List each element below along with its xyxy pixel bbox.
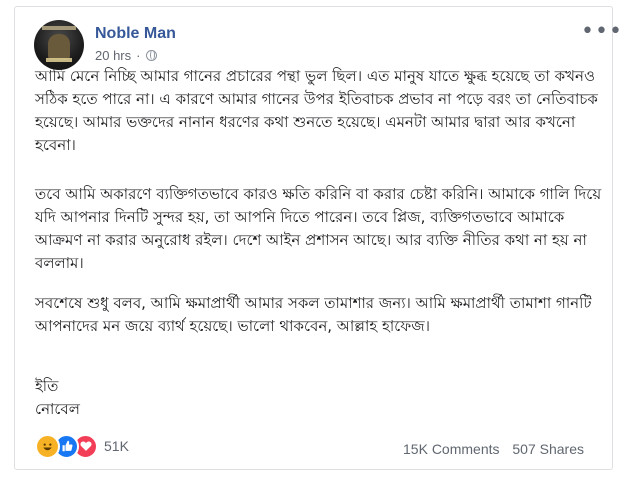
haha-reaction-icon [35,433,60,459]
post-card: Noble Man 20 hrs · ••• আমি মেনে নিচ্ছি আ… [14,6,622,470]
post-timestamp[interactable]: 20 hrs [95,48,131,63]
meta-separator: · [136,48,141,63]
post-paragraph: তবে আমি অকারণে ব্যক্তিগতভাবে কারও ক্ষতি … [35,185,602,272]
author-name[interactable]: Noble Man [95,25,176,43]
shares-count-link[interactable]: 507 Shares [512,441,584,457]
post-signoff: ইতি নোবেল [35,375,602,421]
reactions-summary[interactable]: 51K [35,433,129,459]
avatar-caption-mark [42,26,76,30]
comments-count-link[interactable]: 15K Comments [403,441,499,457]
post-meta: 20 hrs · [95,48,158,63]
reaction-count[interactable]: 51K [104,438,129,454]
avatar-logo-mark [46,58,72,62]
author-avatar[interactable] [34,20,84,70]
post-stats: 15K Comments 507 Shares [403,441,584,457]
avatar-figure [48,34,70,60]
signoff-line: নোবেল [35,400,80,418]
post-paragraph: সবশেষে শুধু বলব, আমি ক্ষমাপ্রার্থী আমার … [35,294,592,335]
post-paragraph: আমি মেনে নিচ্ছি আমার গানের প্রচারের পন্থ… [35,67,598,154]
signoff-line: ইতি [35,377,59,395]
more-options-icon[interactable]: ••• [581,21,623,43]
globe-icon[interactable] [146,50,158,61]
